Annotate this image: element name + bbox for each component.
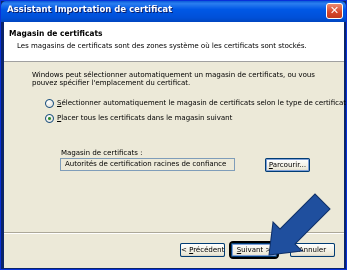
window-title: Assistant Importation de certificat [7,5,173,15]
radio-place-in-store-label: Placer tous les certificats dans le maga… [57,114,233,122]
cancel-button[interactable]: Annuler [290,243,335,257]
radio-button[interactable] [45,98,54,108]
store-label: Magasin de certificats : [61,149,143,157]
browse-button[interactable]: Parcourir... [265,158,310,172]
close-icon: ✕ [329,4,340,17]
wizard-header: Magasin de certificats Les magasins de c… [4,22,344,62]
footer-divider [4,232,344,234]
wizard-body: Magasin de certificats Les magasins de c… [4,22,346,268]
page-subtitle: Les magasins de certificats sont des zon… [17,42,307,50]
radio-auto-select[interactable]: Sélectionner automatiquement le magasin … [45,98,346,108]
radio-auto-select-label: Sélectionner automatiquement le magasin … [57,99,346,107]
close-button[interactable]: ✕ [326,3,343,19]
description-text: Windows peut sélectionner automatiquemen… [32,71,315,87]
store-field: Autorités de certification racines de co… [60,158,235,171]
title-bar[interactable]: Assistant Importation de certificat ✕ [1,1,346,22]
page-title: Magasin de certificats [9,29,103,38]
next-button[interactable]: Suivant > [231,243,277,257]
previous-button[interactable]: < Précédent [180,243,225,257]
radio-place-in-store[interactable]: Placer tous les certificats dans le maga… [45,113,232,123]
wizard-window: Assistant Importation de certificat ✕ Ma… [0,0,347,270]
radio-button-selected[interactable] [45,113,54,123]
